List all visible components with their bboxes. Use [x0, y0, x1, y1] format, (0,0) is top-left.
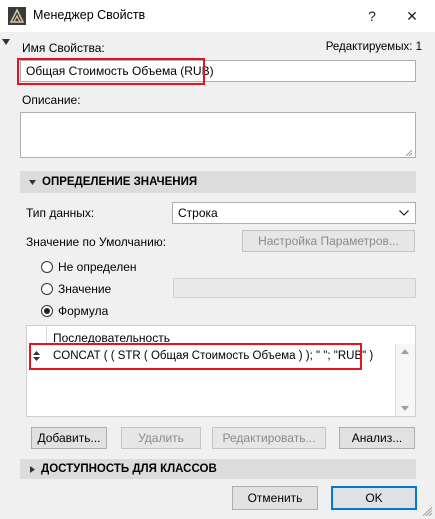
app-icon [8, 7, 26, 25]
delete-button[interactable]: Удалить [121, 427, 201, 449]
class-availability-section[interactable]: ДОСТУПНОСТЬ ДЛЯ КЛАССОВ [20, 459, 416, 479]
analyze-button[interactable]: Анализ... [339, 427, 415, 449]
data-type-value: Строка [178, 206, 218, 220]
radio-undefined[interactable]: Не определен [41, 260, 137, 274]
close-icon: ✕ [406, 7, 418, 24]
highlight-outline [17, 58, 205, 85]
radio-button[interactable] [41, 283, 53, 295]
property-name-label: Имя Свойства: [22, 41, 105, 55]
column-divider [46, 326, 47, 344]
scroll-up-icon[interactable] [401, 349, 409, 354]
chevron-right-icon [30, 465, 35, 473]
data-type-select[interactable]: Строка [172, 202, 416, 224]
value-definition-title: ОПРЕДЕЛЕНИЕ ЗНАЧЕНИЯ [42, 176, 198, 188]
value-definition-section[interactable]: ОПРЕДЕЛЕНИЕ ЗНАЧЕНИЯ [20, 171, 416, 193]
window-title: Менеджер Свойств [33, 8, 146, 22]
description-label: Описание: [22, 93, 81, 107]
description-textarea[interactable] [20, 112, 416, 158]
default-value-label: Значение по Умолчанию: [26, 235, 167, 249]
radio-formula[interactable]: Формула [41, 304, 108, 318]
radio-button[interactable] [41, 305, 53, 317]
radio-selected-dot [44, 308, 50, 314]
add-button[interactable]: Добавить... [31, 427, 107, 449]
data-type-label: Тип данных: [26, 206, 95, 220]
radio-value[interactable]: Значение [41, 282, 111, 296]
window-resize-grip-icon[interactable] [423, 507, 432, 516]
radio-undefined-label: Не определен [58, 260, 137, 274]
cancel-button[interactable]: Отменить [232, 486, 318, 510]
edit-button[interactable]: Редактировать... [212, 427, 326, 449]
chevron-down-icon [29, 179, 36, 185]
help-button[interactable]: ? [358, 2, 386, 30]
settings-button[interactable]: Настройка Параметров... [242, 230, 415, 252]
highlight-outline [29, 343, 362, 370]
radio-formula-label: Формула [58, 304, 109, 318]
class-availability-title: ДОСТУПНОСТЬ ДЛЯ КЛАССОВ [41, 463, 217, 475]
radio-button[interactable] [41, 261, 53, 273]
scroll-down-icon[interactable] [401, 406, 409, 411]
chevron-down-icon [399, 210, 409, 216]
ok-button[interactable]: OK [331, 486, 417, 510]
close-button[interactable]: ✕ [398, 2, 426, 30]
resize-grip-icon [406, 150, 412, 156]
collapse-marker-icon [2, 39, 10, 45]
radio-value-label: Значение [58, 282, 112, 296]
formula-list-scrollbar[interactable] [395, 344, 415, 416]
editable-count: Редактируемых: 1 [325, 41, 422, 53]
default-value-input[interactable] [173, 278, 416, 298]
